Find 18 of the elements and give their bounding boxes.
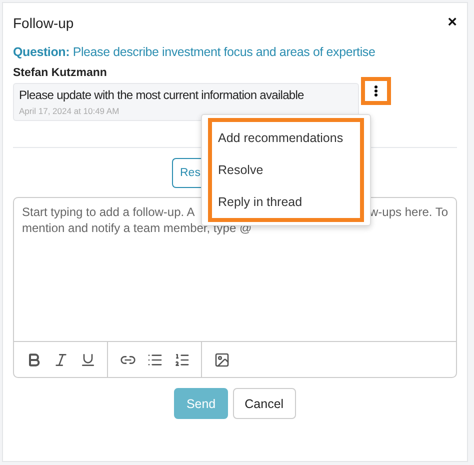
menu-item[interactable]: Add recommendations: [212, 122, 360, 154]
comment-time: April 17, 2024 at 10:49 AM: [19, 106, 120, 116]
question-text: Question: Please describe investment focus and areas of expertise: [13, 45, 376, 59]
placeholder-text: Start typing to add a follow-up. A: [22, 204, 195, 220]
more-button[interactable]: [361, 77, 391, 105]
underline-icon: [80, 352, 96, 368]
bullet-list-icon: [146, 352, 162, 368]
close-button[interactable]: ×: [448, 14, 457, 32]
placeholder-text: w-ups here. To: [370, 204, 448, 220]
kebab-icon: [374, 85, 378, 97]
dialog-title: Follow-up: [13, 15, 74, 31]
cancel-button[interactable]: Cancel: [232, 388, 296, 419]
image-icon: [214, 352, 230, 368]
italic-icon: [52, 352, 68, 368]
comment-text: Please update with the most current information available: [19, 88, 305, 102]
menu-item[interactable]: Resolve: [212, 154, 360, 186]
numbered-list-icon: [174, 352, 190, 368]
author-name: Stefan Kutzmann: [13, 67, 108, 79]
